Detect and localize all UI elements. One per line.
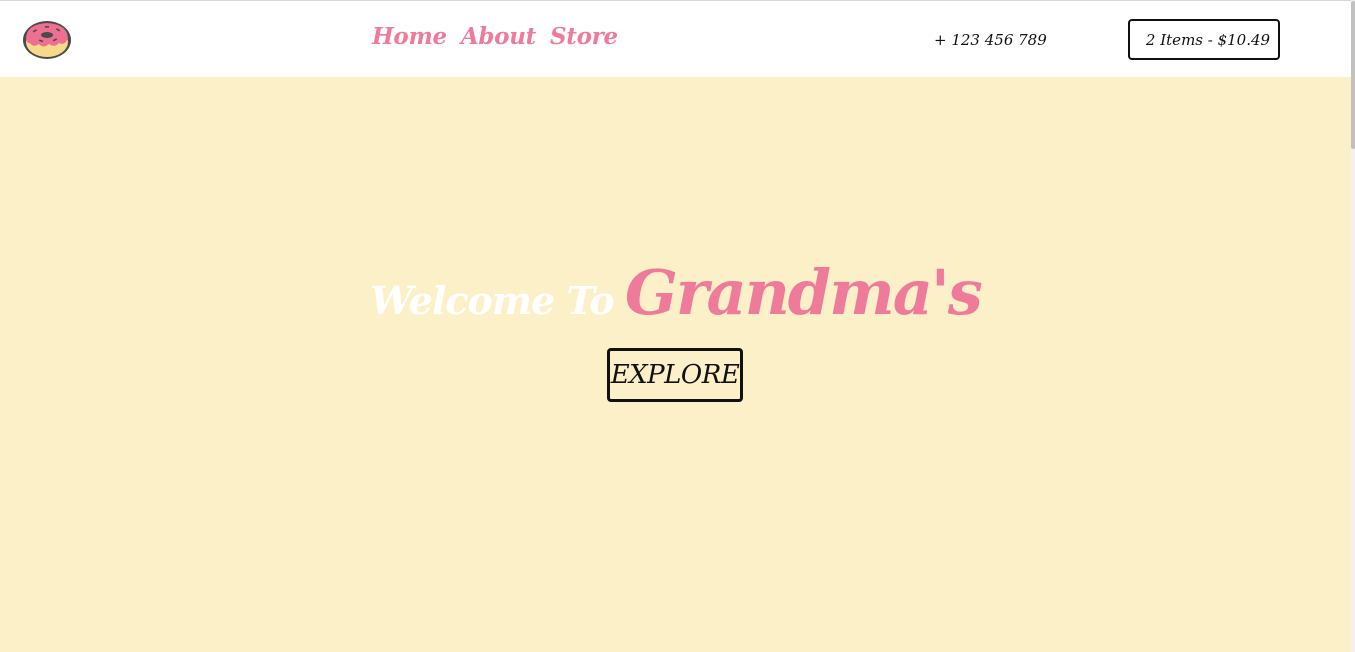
nav-link-home[interactable]: Home (372, 23, 447, 50)
hero-welcome-text: Welcome To (370, 278, 615, 323)
donut-icon[interactable] (21, 18, 73, 62)
navbar: Home About Store + 123 456 789 2 Items -… (0, 1, 1351, 77)
cart-summary: 2 Items - $10.49 (1145, 30, 1271, 49)
hero-brand-name: Grandma's (624, 256, 983, 329)
phone-number: + 123 456 789 (934, 31, 1047, 49)
scrollbar[interactable] (1351, 0, 1355, 652)
scrollbar-thumb[interactable] (1351, 1, 1355, 149)
explore-button[interactable]: EXPLORE (607, 348, 743, 402)
cart-button[interactable]: 2 Items - $10.49 (1128, 19, 1280, 60)
hero-title: Welcome To Grandma's (0, 256, 1351, 334)
nav-link-about[interactable]: About (461, 23, 536, 50)
nav-link-store[interactable]: Store (550, 23, 618, 50)
main-nav: Home About Store (372, 23, 618, 50)
